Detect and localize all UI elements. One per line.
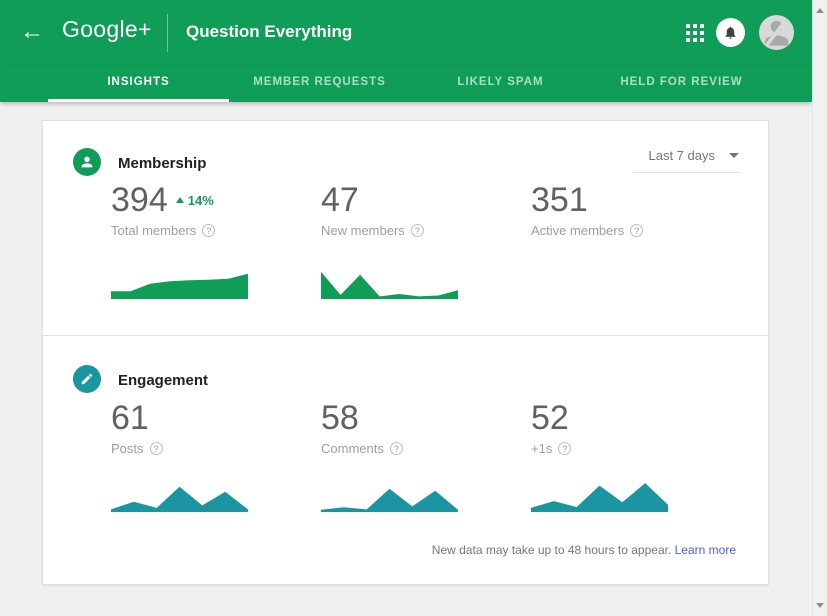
- stat-new-members: 47 New members ?: [321, 181, 521, 238]
- period-selector[interactable]: Last 7 days: [633, 148, 739, 173]
- total-members-sparkline: [111, 266, 248, 299]
- active-members-value: 351: [531, 181, 588, 219]
- comments-value: 58: [321, 399, 359, 437]
- active-members-label: Active members: [531, 223, 624, 238]
- stat-active-members: 351 Active members ?: [531, 181, 731, 238]
- plus-ones-value: 52: [531, 399, 569, 437]
- stat-comments: 58 Comments ?: [321, 399, 521, 456]
- google-plus-logo[interactable]: Google+: [62, 16, 152, 43]
- tab-held-for-review[interactable]: HELD FOR REVIEW: [591, 66, 772, 102]
- scroll-down-icon[interactable]: [816, 603, 824, 608]
- help-icon[interactable]: ?: [558, 442, 571, 455]
- app-bar: ← Google+ Question Everything: [0, 0, 812, 66]
- total-members-value: 394: [111, 181, 168, 219]
- comments-sparkline: [321, 479, 458, 512]
- chevron-down-icon: [729, 153, 739, 158]
- posts-value: 61: [111, 399, 149, 437]
- data-delay-note: New data may take up to 48 hours to appe…: [432, 543, 736, 557]
- apps-grid-icon[interactable]: [686, 24, 704, 42]
- tab-member-requests[interactable]: MEMBER REQUESTS: [229, 66, 410, 102]
- learn-more-link[interactable]: Learn more: [675, 543, 736, 557]
- google-plus-insights-page: ← Google+ Question Everything INSIGHTS M…: [0, 0, 827, 616]
- tab-likely-spam[interactable]: LIKELY SPAM: [410, 66, 591, 102]
- insights-card: Membership Last 7 days 394 14% Total mem…: [42, 120, 769, 585]
- section-divider: [43, 335, 768, 336]
- new-members-label: New members: [321, 223, 405, 238]
- help-icon[interactable]: ?: [411, 224, 424, 237]
- total-members-delta-value: 14%: [188, 193, 214, 208]
- bell-icon: [723, 25, 738, 40]
- new-members-value: 47: [321, 181, 359, 219]
- stat-posts: 61 Posts ?: [111, 399, 311, 456]
- stat-plus-ones: 52 +1s ?: [531, 399, 731, 456]
- membership-section-icon-wrap: [73, 148, 101, 176]
- help-icon[interactable]: ?: [202, 224, 215, 237]
- avatar[interactable]: [759, 15, 794, 50]
- posts-label: Posts: [111, 441, 144, 456]
- help-icon[interactable]: ?: [390, 442, 403, 455]
- appbar-divider: [167, 14, 168, 52]
- total-members-label: Total members: [111, 223, 196, 238]
- person-silhouette-icon: [759, 15, 794, 50]
- person-icon: [79, 154, 95, 170]
- triangle-up-icon: [176, 197, 184, 203]
- comments-label: Comments: [321, 441, 384, 456]
- plus-ones-sparkline: [531, 479, 668, 512]
- engagement-section-title: Engagement: [118, 372, 208, 389]
- back-arrow-icon[interactable]: ←: [20, 18, 44, 46]
- plus-ones-label: +1s: [531, 441, 552, 456]
- pencil-icon: [80, 372, 94, 386]
- membership-section-title: Membership: [118, 155, 206, 172]
- total-members-delta: 14%: [176, 193, 214, 208]
- scroll-up-icon[interactable]: [816, 8, 824, 13]
- tab-insights[interactable]: INSIGHTS: [48, 66, 229, 102]
- tab-bar: INSIGHTS MEMBER REQUESTS LIKELY SPAM HEL…: [0, 66, 812, 102]
- notifications-button[interactable]: [716, 18, 745, 47]
- data-delay-note-text: New data may take up to 48 hours to appe…: [432, 543, 671, 557]
- help-icon[interactable]: ?: [150, 442, 163, 455]
- community-title: Question Everything: [186, 22, 352, 42]
- period-selector-value: Last 7 days: [649, 148, 716, 163]
- engagement-section-icon-wrap: [73, 365, 101, 393]
- help-icon[interactable]: ?: [630, 224, 643, 237]
- scrollbar[interactable]: [812, 0, 827, 616]
- posts-sparkline: [111, 479, 248, 512]
- stat-total-members: 394 14% Total members ?: [111, 181, 311, 238]
- new-members-sparkline: [321, 266, 458, 299]
